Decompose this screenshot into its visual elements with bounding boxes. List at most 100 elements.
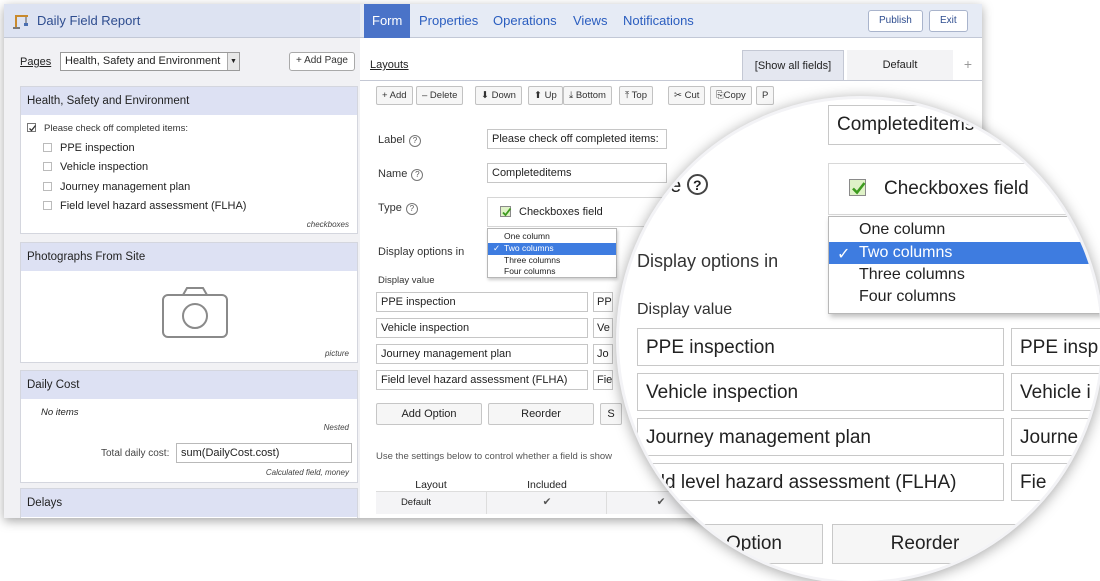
list-item[interactable]: Field level hazard assessment (FLHA): [43, 200, 246, 212]
tab-show-all-fields[interactable]: [Show all fields]: [742, 50, 844, 80]
checkbox-type-icon: [500, 206, 512, 217]
arrow-up-icon: ⬆: [534, 90, 542, 101]
display-value-input[interactable]: Field level hazard assessment (FLHA): [376, 370, 588, 390]
chevron-down-icon[interactable]: ▼: [227, 53, 239, 70]
mag-option-one-column: One column: [859, 221, 946, 238]
field-type-note: picture: [324, 349, 349, 358]
delete-field-button[interactable]: – Delete: [416, 86, 464, 105]
add-page-button[interactable]: + Add Page: [289, 52, 355, 71]
publish-button[interactable]: Publish: [868, 10, 923, 32]
display-value-input-col2[interactable]: Ve: [593, 318, 613, 338]
section-daily-cost[interactable]: Daily Cost No items Nested Total daily c…: [20, 370, 358, 483]
total-cost-value: sum(DailyCost.cost): [181, 447, 280, 459]
display-value-input-col2[interactable]: Fie: [593, 370, 613, 390]
option-four-columns[interactable]: Four columns: [488, 266, 616, 278]
cut-label: Cut: [684, 90, 700, 101]
pages-label: Pages: [20, 56, 52, 68]
checkbox[interactable]: [43, 143, 52, 152]
display-value-input-col2[interactable]: PP: [593, 292, 613, 312]
move-bottom-button[interactable]: ⤓ Bottom: [563, 86, 612, 105]
checkbox-prompt-row: Please check off completed items:: [27, 123, 188, 134]
reorder-button[interactable]: Reorder: [488, 403, 594, 425]
display-value-input[interactable]: PPE inspection: [376, 292, 588, 312]
mag-option-three-columns: Three columns: [859, 266, 965, 283]
checkbox[interactable]: [43, 182, 52, 191]
check-icon: ✓: [493, 243, 501, 253]
option-one-column[interactable]: One column: [488, 231, 616, 243]
divider: [606, 492, 607, 514]
included-check[interactable]: ✔: [488, 496, 606, 508]
top-bar: Daily Field Report Form Properties Opera…: [4, 4, 982, 38]
help-icon: ?: [686, 174, 708, 195]
type-select[interactable]: Checkboxes field: [487, 197, 667, 227]
tab-operations[interactable]: Operations: [493, 13, 557, 28]
app-header: Daily Field Report: [4, 4, 360, 38]
move-top-button[interactable]: ⤒ Top: [619, 86, 653, 105]
no-items-text: No items: [41, 407, 79, 418]
name-caption: Name?: [378, 168, 424, 181]
tab-properties[interactable]: Properties: [419, 13, 478, 28]
arrow-down-icon: ⬇: [481, 90, 489, 101]
cut-button[interactable]: ✂ Cut: [668, 86, 706, 105]
layouts-link[interactable]: Layouts: [370, 59, 409, 71]
name-input[interactable]: Completeditems: [487, 163, 667, 183]
move-down-label: Down: [491, 90, 516, 101]
list-item[interactable]: PPE inspection: [43, 142, 135, 154]
display-value-input[interactable]: Vehicle inspection: [376, 318, 588, 338]
copy-label: Copy: [723, 90, 746, 101]
mag-name-input: Completeditems: [828, 105, 1018, 145]
tab-default-layout[interactable]: Default: [847, 50, 953, 80]
section-title: Health, Safety and Environment: [21, 87, 357, 115]
help-icon[interactable]: ?: [408, 135, 421, 147]
label-caption: Label?: [378, 134, 421, 147]
pages-panel: Pages Health, Safety and Environment ▼ +…: [4, 38, 360, 518]
mag-option-four-columns: Four columns: [859, 288, 956, 305]
checkbox-checked[interactable]: [27, 123, 37, 132]
mag-value-input: Journey management plan: [637, 418, 1004, 456]
check-icon: ✓: [837, 246, 851, 263]
mag-value-input-col2: Journe: [1011, 418, 1100, 456]
move-up-button[interactable]: ⬆ Up: [528, 86, 563, 105]
add-option-button[interactable]: Add Option: [376, 403, 482, 425]
main-nav: Form Properties Operations Views Notific…: [360, 4, 982, 38]
nested-note: Nested: [323, 423, 349, 432]
checkbox[interactable]: [43, 162, 52, 171]
mag-reorder-button: Reorder: [832, 524, 1018, 564]
total-cost-field[interactable]: sum(DailyCost.cost): [176, 443, 352, 463]
help-icon[interactable]: ?: [411, 169, 424, 181]
tab-notifications[interactable]: Notifications: [623, 13, 694, 28]
section-hse[interactable]: Health, Safety and Environment Please ch…: [20, 86, 358, 234]
check-icon: [29, 125, 37, 132]
list-item[interactable]: Vehicle inspection: [43, 161, 148, 173]
checkbox-label: Vehicle inspection: [60, 161, 149, 173]
display-value-input-col2[interactable]: Jo: [593, 344, 613, 364]
third-action-button[interactable]: S: [600, 403, 622, 425]
list-item[interactable]: Journey management plan: [43, 181, 190, 193]
mag-type-value: Checkboxes field: [884, 178, 1029, 199]
move-down-button[interactable]: ⬇ Down: [475, 86, 522, 105]
section-delays[interactable]: Delays: [20, 488, 358, 518]
help-icon[interactable]: ?: [405, 203, 418, 215]
tab-form[interactable]: Form: [364, 4, 411, 38]
display-options-caption: Display options in: [378, 246, 465, 258]
mag-type-caption: ype ?: [649, 174, 708, 198]
checkbox[interactable]: [43, 201, 52, 210]
section-photos[interactable]: Photographs From Site picture: [20, 242, 358, 363]
mag-display-options-dropdown: One column ✓ Two columns Three columns Fo…: [828, 216, 1100, 314]
mag-option-two-columns: ✓ Two columns: [829, 242, 1100, 264]
display-options-dropdown[interactable]: One column ✓ Two columns Three columns Fo…: [487, 228, 617, 278]
exit-button[interactable]: Exit: [929, 10, 968, 32]
copy-button[interactable]: ⎘Copy: [710, 86, 752, 105]
paste-button[interactable]: P: [756, 86, 775, 105]
move-up-label: Up: [544, 90, 557, 101]
label-input[interactable]: Please check off completed items:: [487, 129, 667, 149]
add-field-button[interactable]: + Add: [376, 86, 413, 105]
pages-select[interactable]: Health, Safety and Environment ▼: [60, 52, 240, 71]
display-value-input[interactable]: Journey management plan: [376, 344, 588, 364]
tab-views[interactable]: Views: [573, 13, 607, 28]
add-layout-tab[interactable]: +: [956, 50, 980, 80]
paste-label: P: [762, 90, 769, 101]
settings-note: Use the settings below to control whethe…: [376, 451, 613, 462]
divider: [486, 492, 487, 514]
option-two-columns[interactable]: ✓ Two columns: [488, 243, 616, 255]
